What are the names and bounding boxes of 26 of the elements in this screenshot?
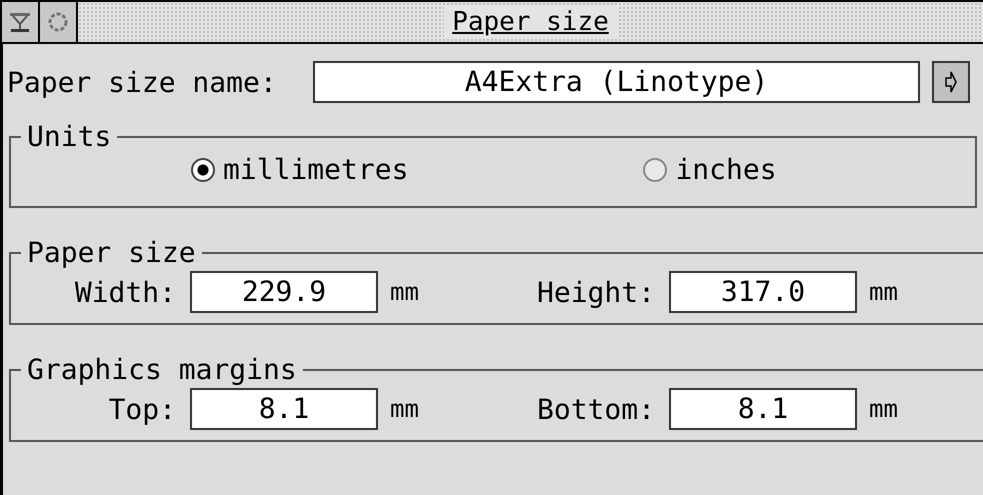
radio-button[interactable] — [643, 158, 668, 182]
number-field[interactable]: 8.1 — [669, 388, 857, 430]
field-label: Bottom: — [536, 392, 655, 426]
menu-button[interactable] — [932, 61, 970, 103]
number-field[interactable]: 8.1 — [190, 388, 378, 430]
radio-button[interactable] — [191, 158, 215, 182]
unit-label: mm — [389, 395, 420, 423]
unit-label: mm — [868, 395, 899, 423]
field-label: Height: — [536, 276, 655, 308]
group-title: Graphics margins — [26, 353, 298, 386]
iconise-button[interactable] — [40, 2, 78, 42]
number-field[interactable]: 229.9 — [190, 271, 378, 313]
radio-label: inches — [675, 153, 777, 186]
field-label: Width: — [74, 276, 176, 308]
field-label: Top: — [108, 392, 176, 426]
group-title: Paper size — [26, 236, 197, 269]
back-button[interactable] — [2, 2, 40, 42]
unit-label: mm — [868, 278, 899, 306]
field-label: Paper size name: — [7, 66, 278, 98]
paper-size-name-field[interactable]: A4Extra (Linotype) — [313, 61, 920, 103]
group-title: Units — [26, 120, 112, 153]
number-field[interactable]: 317.0 — [669, 271, 857, 313]
radio-option[interactable]: inches — [643, 153, 777, 186]
unit-label: mm — [389, 278, 420, 306]
arrow-icon — [944, 70, 958, 94]
window-title[interactable]: Paper size — [78, 2, 983, 42]
